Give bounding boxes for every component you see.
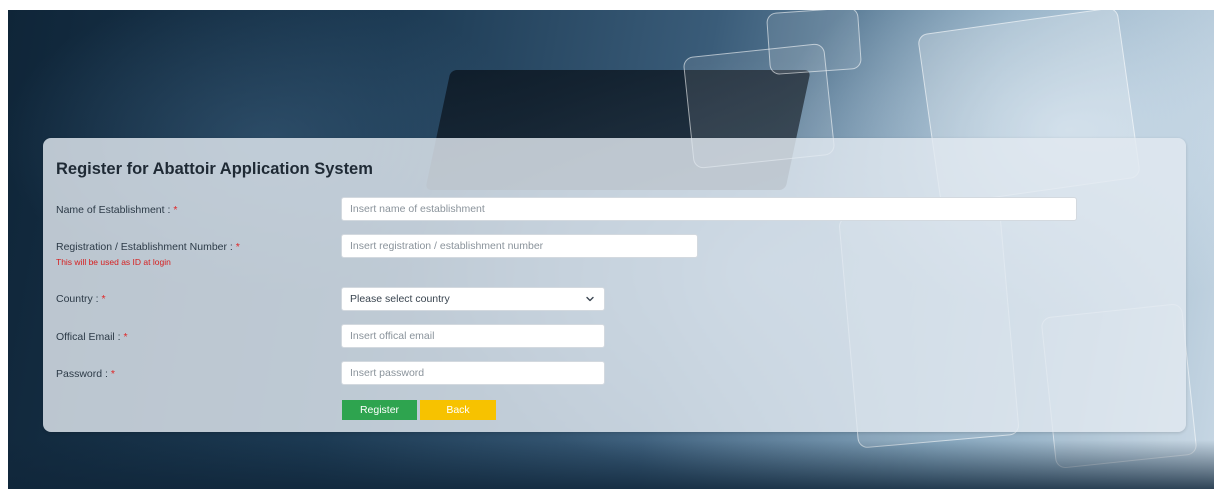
country-label-text: Country : [56,293,102,305]
registration-number-label-text: Registration / Establishment Number : [56,241,236,253]
establishment-name-input[interactable] [341,197,1077,221]
password-label-text: Password : [56,368,111,380]
required-marker: * [101,293,106,305]
email-label: Offical Email : * [56,331,128,343]
back-button[interactable]: Back [420,400,496,420]
email-input[interactable] [341,324,605,348]
password-input[interactable] [341,361,605,385]
required-marker: * [123,331,128,343]
email-label-text: Offical Email : [56,331,124,343]
required-marker: * [110,368,115,380]
background-shadow [8,440,1214,489]
required-marker: * [173,204,178,216]
required-marker: * [235,241,240,253]
form-title: Register for Abattoir Application System [56,160,373,178]
country-select[interactable]: Please select country [341,287,605,311]
register-button[interactable]: Register [342,400,417,420]
establishment-name-label-text: Name of Establishment : [56,204,174,216]
registration-number-hint: This will be used as ID at login [56,257,171,267]
country-select-value: Please select country [350,293,450,305]
registration-number-input[interactable] [341,234,698,258]
chevron-down-icon [584,293,596,305]
registration-form-card: Register for Abattoir Application System… [43,138,1186,432]
password-label: Password : * [56,368,115,380]
background-glass-panel [765,10,863,76]
establishment-name-label: Name of Establishment : * [56,204,177,216]
country-label: Country : * [56,293,106,305]
registration-number-label: Registration / Establishment Number : * [56,241,240,253]
